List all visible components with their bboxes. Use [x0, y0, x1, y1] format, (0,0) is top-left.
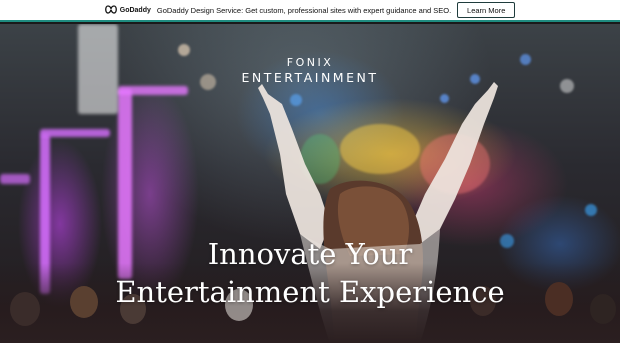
godaddy-logo-text: GoDaddy: [119, 6, 151, 14]
godaddy-icon: [104, 1, 117, 19]
godaddy-logo[interactable]: GoDaddy: [104, 1, 151, 19]
hero-headline-line2: Entertainment Experience: [115, 275, 505, 309]
brand-name-line1: FONIX: [286, 56, 334, 69]
hero-headline-line1: Innovate Your: [207, 237, 413, 271]
brand-logo[interactable]: FONIX ENTERTAINMENT: [0, 56, 620, 86]
hero-section: FONIX ENTERTAINMENT Innovate Your Entert…: [0, 24, 620, 343]
promo-message: GoDaddy Design Service: Get custom, prof…: [156, 5, 452, 15]
learn-more-button[interactable]: Learn More: [457, 2, 516, 18]
brand-name-line2: ENTERTAINMENT: [241, 70, 379, 85]
promo-bar: GoDaddy GoDaddy Design Service: Get cust…: [0, 0, 620, 22]
hero-headline: Innovate Your Entertainment Experience: [0, 235, 620, 311]
